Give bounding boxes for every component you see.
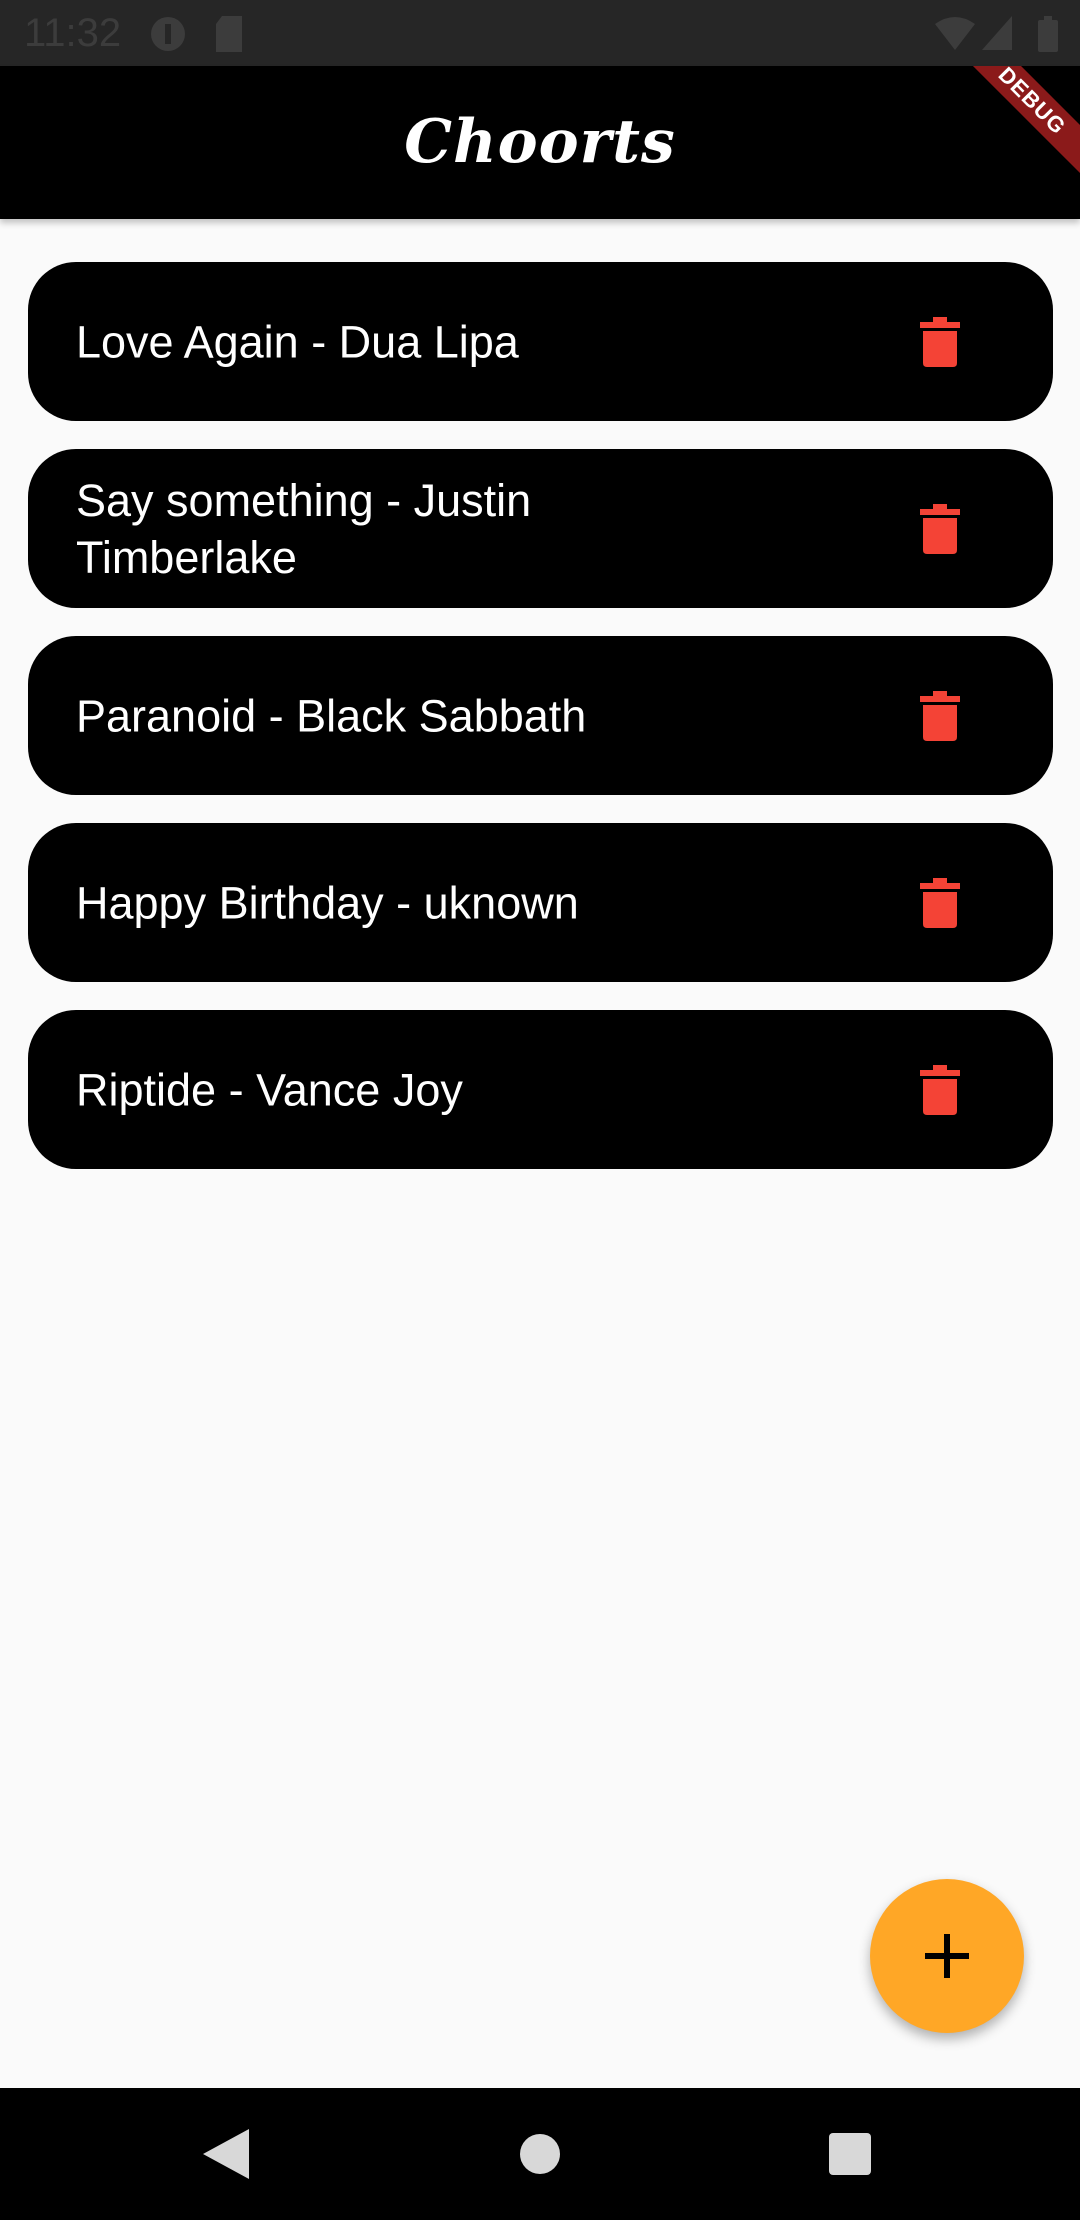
list-item[interactable]: Paranoid - Black Sabbath — [28, 636, 1053, 795]
add-song-button[interactable] — [870, 1879, 1024, 2033]
status-time: 11:32 — [24, 11, 122, 55]
trash-icon — [920, 690, 960, 741]
back-button[interactable] — [194, 2122, 258, 2186]
signal-icon — [982, 16, 1012, 55]
song-title: Love Again - Dua Lipa — [76, 316, 519, 367]
list-item[interactable]: Riptide - Vance Joy — [28, 1010, 1053, 1169]
wifi-icon — [935, 16, 975, 55]
delete-button[interactable] — [908, 1058, 972, 1122]
trash-icon — [920, 503, 960, 554]
back-icon — [203, 2129, 249, 2179]
trash-icon — [920, 316, 960, 367]
plus-icon — [925, 1934, 969, 1978]
app-bar: Choorts DEBUG — [0, 66, 1080, 219]
trash-icon — [920, 877, 960, 928]
song-title: Happy Birthday - uknown — [76, 877, 579, 928]
app-title: Choorts — [404, 107, 676, 177]
delete-button[interactable] — [908, 497, 972, 561]
home-icon — [520, 2134, 560, 2174]
system-nav-bar — [0, 2088, 1080, 2220]
song-title: Riptide - Vance Joy — [76, 1064, 463, 1115]
battery-icon — [1038, 16, 1058, 57]
status-bar: 11:32 — [0, 0, 1080, 66]
song-title: Say something - Justin Timberlake — [76, 474, 532, 583]
list-item[interactable]: Say something - Justin Timberlake — [28, 449, 1053, 608]
trash-icon — [920, 1064, 960, 1115]
delete-button[interactable] — [908, 871, 972, 935]
recents-icon — [829, 2133, 871, 2175]
song-list: Love Again - Dua Lipa Say something - Ju… — [28, 262, 1053, 1197]
home-button[interactable] — [508, 2122, 572, 2186]
song-title: Paranoid - Black Sabbath — [76, 690, 587, 741]
list-item[interactable]: Love Again - Dua Lipa — [28, 262, 1053, 421]
sd-card-icon — [214, 16, 244, 57]
list-item[interactable]: Happy Birthday - uknown — [28, 823, 1053, 982]
delete-button[interactable] — [908, 310, 972, 374]
app-notification-icon — [150, 16, 186, 57]
delete-button[interactable] — [908, 684, 972, 748]
recents-button[interactable] — [818, 2122, 882, 2186]
